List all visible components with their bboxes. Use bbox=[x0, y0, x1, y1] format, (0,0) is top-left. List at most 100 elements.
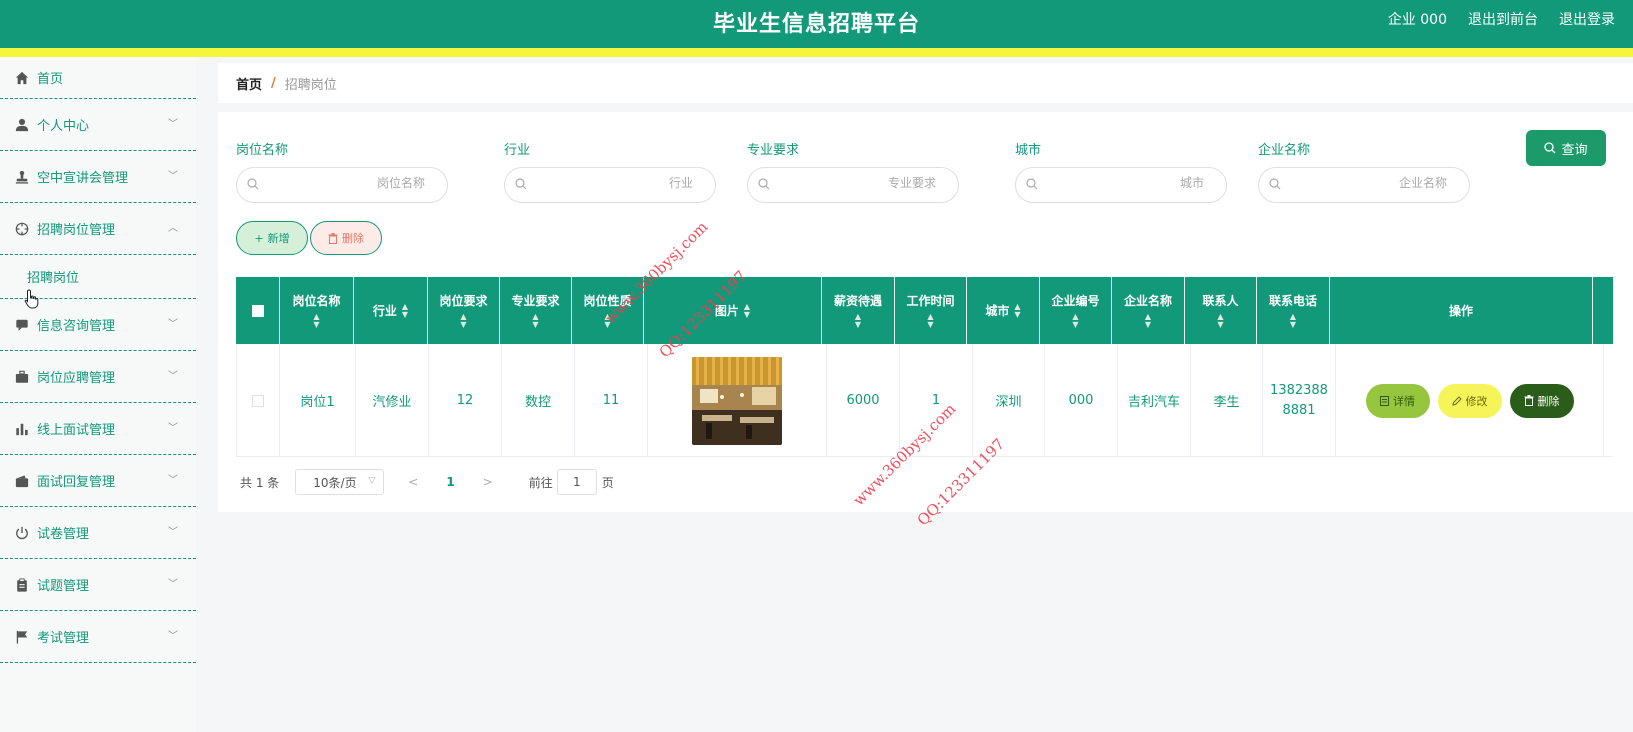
column-header[interactable]: 专业要求 ▲ ▼ bbox=[500, 277, 572, 344]
add-button-label: 新增 bbox=[267, 232, 290, 245]
sidebar-item-air-presentation[interactable]: 空中宣讲会管理 ﹀ bbox=[0, 151, 196, 203]
edit-button[interactable]: 修改 bbox=[1437, 383, 1502, 418]
goto-unit: 页 bbox=[601, 475, 614, 490]
search-icon bbox=[1544, 142, 1556, 154]
sidebar-item-job-management[interactable]: 招聘岗位管理 ︿ bbox=[0, 203, 196, 255]
sidebar: 首页 个人中心 ﹀ 空中宣讲会管理 ﹀ 招聘岗位管理 ︿ 招聘岗位 信息咨询管理… bbox=[0, 57, 196, 732]
column-header[interactable]: 岗位名称 ▲ ▼ bbox=[280, 277, 354, 344]
column-header[interactable]: 联系人 ▲ ▼ bbox=[1185, 277, 1257, 344]
column-header[interactable]: 联系电话 ▲ ▼ bbox=[1257, 277, 1330, 344]
total-count: 共 1 条 bbox=[240, 475, 280, 490]
breadcrumb-separator: / bbox=[271, 75, 276, 91]
filter-label: 企业名称 bbox=[1258, 143, 1311, 158]
header-select-all bbox=[236, 277, 280, 344]
industry-input[interactable] bbox=[543, 176, 693, 190]
column-header[interactable]: 企业编号 ▲ ▼ bbox=[1040, 277, 1112, 344]
briefcase-icon bbox=[14, 369, 30, 385]
sidebar-item-online-interview[interactable]: 线上面试管理 ﹀ bbox=[0, 403, 196, 455]
sidebar-item-exam-paper[interactable]: 试卷管理 ﹀ bbox=[0, 507, 196, 559]
job-name-input[interactable] bbox=[275, 176, 425, 190]
page-number[interactable]: 1 bbox=[446, 475, 454, 489]
cell-job-name: 岗位1 bbox=[280, 344, 356, 457]
column-header[interactable]: 岗位要求 ▲ ▼ bbox=[428, 277, 500, 344]
detail-button[interactable]: 详情 bbox=[1365, 383, 1430, 418]
cell-company-name: 吉利汽车 bbox=[1118, 344, 1191, 457]
sidebar-item-label: 岗位应聘管理 bbox=[37, 371, 116, 386]
search-icon bbox=[1026, 178, 1038, 190]
filter-job-name: 岗位名称 bbox=[236, 139, 448, 203]
sidebar-item-label: 线上面试管理 bbox=[37, 423, 116, 438]
hand-cursor-icon bbox=[24, 289, 39, 309]
sidebar-item-home[interactable]: 首页 bbox=[0, 57, 196, 99]
sort-icon: ▲ ▼ bbox=[743, 301, 751, 319]
select-all-checkbox[interactable] bbox=[251, 304, 264, 317]
stamp-icon bbox=[14, 169, 30, 185]
chevron-down-icon: ﹀ bbox=[168, 631, 178, 642]
add-button[interactable]: + 新增 bbox=[236, 221, 308, 255]
sort-icon: ▲ ▼ bbox=[401, 301, 409, 319]
chat-icon bbox=[14, 317, 30, 333]
column-header[interactable]: 行业 ▲ ▼ bbox=[354, 277, 428, 344]
company-name-input[interactable] bbox=[1297, 176, 1447, 190]
phone-line: 1382388 bbox=[1270, 382, 1328, 398]
prev-page-button[interactable]: < bbox=[408, 475, 418, 489]
chevron-down-icon: ﹀ bbox=[168, 171, 178, 182]
plus-icon: + bbox=[254, 231, 264, 245]
user-icon bbox=[14, 117, 30, 133]
cell-company-no: 000 bbox=[1045, 344, 1118, 457]
filter-input-box bbox=[1015, 167, 1227, 203]
bulk-delete-button[interactable]: 删除 bbox=[310, 221, 382, 255]
clipboard-icon bbox=[14, 577, 30, 593]
logout-link[interactable]: 退出登录 bbox=[1559, 9, 1615, 29]
current-user[interactable]: 企业 000 bbox=[1388, 9, 1447, 29]
chevron-down-icon: ﹀ bbox=[168, 475, 178, 486]
filter-input-box bbox=[504, 167, 716, 203]
sidebar-item-personal-center[interactable]: 个人中心 ﹀ bbox=[0, 99, 196, 151]
cell-major: 数控 bbox=[502, 344, 575, 457]
column-header[interactable]: 薪资待遇 ▲ ▼ bbox=[822, 277, 895, 344]
sort-icon: ▲ ▼ bbox=[313, 312, 320, 329]
chevron-down-icon: ﹀ bbox=[168, 119, 178, 130]
query-button[interactable]: 查询 bbox=[1526, 130, 1606, 166]
exit-to-front-link[interactable]: 退出到前台 bbox=[1468, 9, 1538, 29]
chevron-down-icon: ﹀ bbox=[168, 527, 178, 538]
column-header[interactable]: 企业名称 ▲ ▼ bbox=[1112, 277, 1185, 344]
sidebar-item-exams[interactable]: 考试管理 ﹀ bbox=[0, 611, 196, 663]
sidebar-item-label: 试卷管理 bbox=[37, 527, 90, 542]
filter-input-box bbox=[1258, 167, 1470, 203]
goto-page-input[interactable] bbox=[556, 469, 597, 495]
cell-requirement: 12 bbox=[429, 344, 502, 457]
row-checkbox[interactable] bbox=[252, 394, 264, 407]
search-icon bbox=[758, 178, 770, 190]
sidebar-item-label: 首页 bbox=[37, 72, 64, 87]
column-header-actions: 操作 bbox=[1330, 277, 1593, 344]
sidebar-item-questions[interactable]: 试题管理 ﹀ bbox=[0, 559, 196, 611]
page-size-select[interactable]: 10条/页 ▽ bbox=[295, 469, 385, 495]
sort-icon: ▲ ▼ bbox=[1072, 312, 1079, 329]
sort-icon: ▲ ▼ bbox=[1144, 312, 1152, 329]
sort-icon: ▲ ▼ bbox=[1289, 312, 1297, 329]
column-header[interactable]: 城市 ▲ ▼ bbox=[967, 277, 1040, 344]
breadcrumb-home[interactable]: 首页 bbox=[236, 74, 262, 93]
main-panel: 岗位名称 行业 专业要求 城市 企业名称 查询 bbox=[218, 112, 1633, 512]
table-header: 岗位名称 ▲ ▼ 行业 ▲ ▼ 岗位要求 ▲ ▼ 专业要求 ▲ ▼ 岗位性质 ▲ ▼ 图片 ▲ ▼ 薪资… bbox=[236, 277, 1613, 344]
sidebar-item-application[interactable]: 岗位应聘管理 ﹀ bbox=[0, 351, 196, 403]
next-page-button[interactable]: > bbox=[483, 475, 493, 489]
chevron-down-icon: ﹀ bbox=[168, 371, 178, 382]
sort-icon: ▲ ▼ bbox=[532, 312, 539, 329]
cell-salary: 6000 bbox=[827, 344, 900, 457]
filter-input-box bbox=[747, 167, 959, 203]
cell-nature: 11 bbox=[575, 344, 648, 457]
cell-phone: 1382388 8881 bbox=[1263, 344, 1336, 457]
city-input[interactable] bbox=[1054, 176, 1204, 190]
sidebar-item-label: 信息咨询管理 bbox=[37, 319, 116, 334]
row-delete-button[interactable]: 删除 bbox=[1509, 383, 1574, 418]
filter-city: 城市 bbox=[1015, 139, 1227, 203]
breadcrumb-current: 招聘岗位 bbox=[284, 77, 337, 93]
document-icon bbox=[1380, 395, 1389, 406]
sort-icon: ▲ ▼ bbox=[1014, 301, 1021, 319]
column-header[interactable]: 工作时间 ▲ ▼ bbox=[895, 277, 967, 344]
sidebar-item-interview-reply[interactable]: 面试回复管理 ﹀ bbox=[0, 455, 196, 507]
major-input[interactable] bbox=[786, 176, 936, 190]
sort-icon: ▲ ▼ bbox=[1217, 312, 1224, 329]
